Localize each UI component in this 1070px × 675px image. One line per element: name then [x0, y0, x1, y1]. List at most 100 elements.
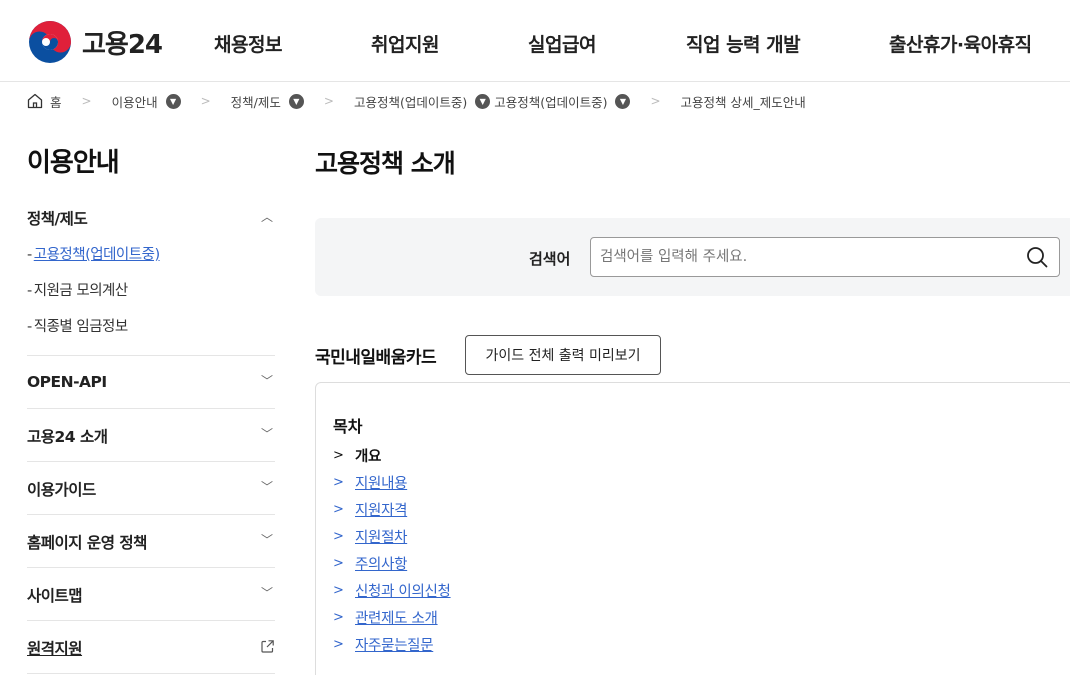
breadcrumb-separator-icon: >: [650, 94, 661, 108]
nav-item-employment-support[interactable]: 취업지원: [371, 30, 439, 57]
sidebar-group-about[interactable]: 고용24 소개 ﹀: [27, 425, 275, 447]
breadcrumb-label: 고용정책(업데이트중): [494, 94, 608, 110]
breadcrumb: 홈 > 이용안내 ▼ > 정책/제도 ▼ > 고용정책(업데이트중) ▼ 고용정…: [26, 90, 806, 112]
breadcrumb-home[interactable]: 홈: [26, 92, 62, 111]
toc-list: > 개요 > 지원내용 > 지원자격 > 지원절차 > 주의사항 > 신청과 이의신청 > 관…: [333, 442, 451, 658]
divider: [27, 355, 275, 356]
toc-item-faq[interactable]: > 자주묻는질문: [333, 631, 451, 658]
divider: [27, 673, 275, 674]
toc-link[interactable]: 지원절차: [355, 526, 407, 547]
sidebar-subitem-label: 지원금 모의계산: [33, 283, 129, 299]
breadcrumb-item[interactable]: 정책/제도 ▼: [231, 92, 304, 111]
toc-title: 목차: [333, 417, 363, 436]
logo-text: 고용24: [82, 29, 163, 60]
nav-item-unemployment-benefit[interactable]: 실업급여: [528, 30, 596, 57]
sidebar-group-site-policy[interactable]: 홈페이지 운영 정책 ﹀: [27, 531, 275, 553]
breadcrumb-item[interactable]: 고용정책(업데이트중) ▼: [494, 92, 631, 111]
chevron-right-icon: >: [333, 502, 344, 517]
toc-link[interactable]: 개요: [355, 445, 381, 466]
search-panel: 검색어: [315, 218, 1070, 296]
toc-link[interactable]: 지원자격: [355, 499, 407, 520]
divider: [27, 408, 275, 409]
sidebar-group-open-api[interactable]: OPEN-API ﹀: [27, 372, 275, 391]
breadcrumb-item[interactable]: 고용정책(업데이트중) ▼: [354, 92, 494, 111]
breadcrumb-separator-icon: >: [81, 94, 92, 108]
toc-link[interactable]: 자주묻는질문: [355, 634, 434, 655]
breadcrumb-home-label: 홈: [50, 94, 62, 110]
search-input[interactable]: [590, 237, 1060, 277]
breadcrumb-label: 고용정책 상세_제도안내: [680, 94, 806, 110]
site-header: 고용24 채용정보 취업지원 실업급여 직업 능력 개발 출산휴가·육아휴직: [0, 0, 1070, 82]
nav-item-parental-leave[interactable]: 출산휴가·육아휴직: [889, 30, 1032, 57]
toc-item-cautions[interactable]: > 주의사항: [333, 550, 451, 577]
sidebar-subitem-employment-policy[interactable]: - 고용정책(업데이트중): [27, 243, 160, 264]
chevron-right-icon: >: [333, 610, 344, 625]
table-of-contents: 목차 > 개요 > 지원내용 > 지원자격 > 지원절차 > 주의사항 > 신청과 이의신청…: [315, 382, 1070, 675]
search-icon[interactable]: [1026, 246, 1048, 268]
breadcrumb-label: 고용정책(업데이트중): [353, 94, 468, 110]
breadcrumb-current: 고용정책 상세_제도안내: [681, 92, 806, 111]
sidebar-title: 이용안내: [27, 148, 120, 178]
dash-marker: -: [27, 319, 32, 335]
chevron-right-icon: >: [333, 556, 344, 571]
dash-marker: -: [27, 283, 32, 299]
divider: [27, 567, 275, 568]
divider: [27, 461, 275, 462]
toc-link[interactable]: 주의사항: [355, 553, 407, 574]
sidebar-group-label: 고용24 소개: [27, 428, 108, 446]
chevron-right-icon: >: [333, 583, 344, 598]
toc-item-overview[interactable]: > 개요: [333, 442, 451, 469]
chevron-down-icon: ﹀: [260, 374, 273, 388]
chevron-right-icon: >: [333, 529, 344, 544]
divider: [27, 514, 275, 515]
breadcrumb-item[interactable]: 이용안내 ▼: [112, 92, 181, 111]
guide-print-preview-button[interactable]: 가이드 전체 출력 미리보기: [465, 335, 661, 375]
sidebar-subitem-subsidy-calc[interactable]: - 지원금 모의계산: [27, 279, 128, 300]
toc-link[interactable]: 지원내용: [355, 472, 407, 493]
dropdown-icon[interactable]: ▼: [475, 93, 491, 109]
toc-link[interactable]: 관련제도 소개: [355, 607, 438, 628]
sidebar-group-label: 홈페이지 운영 정책: [27, 534, 147, 552]
dropdown-icon[interactable]: ▼: [165, 93, 181, 109]
dash-marker: -: [27, 247, 32, 263]
sidebar-group-label: OPEN-API: [27, 373, 107, 391]
toc-item-procedure[interactable]: > 지원절차: [333, 523, 451, 550]
home-icon: [27, 93, 43, 109]
page-title: 고용정책 소개: [315, 149, 456, 178]
search-label: 검색어: [529, 250, 571, 268]
sidebar-group-policy[interactable]: 정책/제도 ︿: [27, 207, 275, 229]
external-link-icon: [261, 640, 274, 653]
sidebar-subitem-label: 직종별 임금정보: [33, 319, 129, 335]
breadcrumb-separator-icon: >: [200, 94, 211, 108]
sidebar-group-label: 정책/제도: [27, 210, 88, 228]
dropdown-icon[interactable]: ▼: [615, 93, 631, 109]
toc-item-eligibility[interactable]: > 지원자격: [333, 496, 451, 523]
chevron-down-icon: ﹀: [260, 533, 273, 547]
sidebar-group-user-guide[interactable]: 이용가이드 ﹀: [27, 478, 275, 500]
toc-link[interactable]: 신청과 이의신청: [355, 580, 451, 601]
divider: [27, 620, 275, 621]
taegeuk-logo-icon: [29, 21, 71, 63]
chevron-down-icon: ﹀: [260, 480, 273, 494]
toc-item-application-appeal[interactable]: > 신청과 이의신청: [333, 577, 451, 604]
sidebar-group-label: 사이트맵: [27, 587, 83, 605]
chevron-down-icon: ﹀: [260, 586, 273, 600]
sidebar-group-remote-support[interactable]: 원격지원: [27, 637, 275, 659]
sidebar-group-sitemap[interactable]: 사이트맵 ﹀: [27, 584, 275, 606]
nav-item-jobs[interactable]: 채용정보: [214, 30, 282, 57]
breadcrumb-label: 정책/제도: [230, 94, 281, 110]
site-logo[interactable]: 고용24: [28, 21, 163, 63]
nav-item-vocational-training[interactable]: 직업 능력 개발: [686, 30, 801, 57]
sidebar-subitem-wage-info[interactable]: - 직종별 임금정보: [27, 315, 128, 336]
chevron-right-icon: >: [333, 475, 344, 490]
toc-item-support-content[interactable]: > 지원내용: [333, 469, 451, 496]
breadcrumb-separator-icon: >: [323, 94, 334, 108]
dropdown-icon[interactable]: ▼: [288, 93, 304, 109]
chevron-down-icon: ﹀: [260, 427, 273, 441]
sidebar-subitem-label: 고용정책(업데이트중): [33, 247, 160, 263]
chevron-right-icon: >: [333, 448, 344, 463]
chevron-up-icon: ︿: [260, 210, 273, 224]
toc-item-related-systems[interactable]: > 관련제도 소개: [333, 604, 451, 631]
sidebar-group-label: 원격지원: [27, 640, 83, 658]
section-title: 국민내일배움카드: [315, 348, 437, 368]
